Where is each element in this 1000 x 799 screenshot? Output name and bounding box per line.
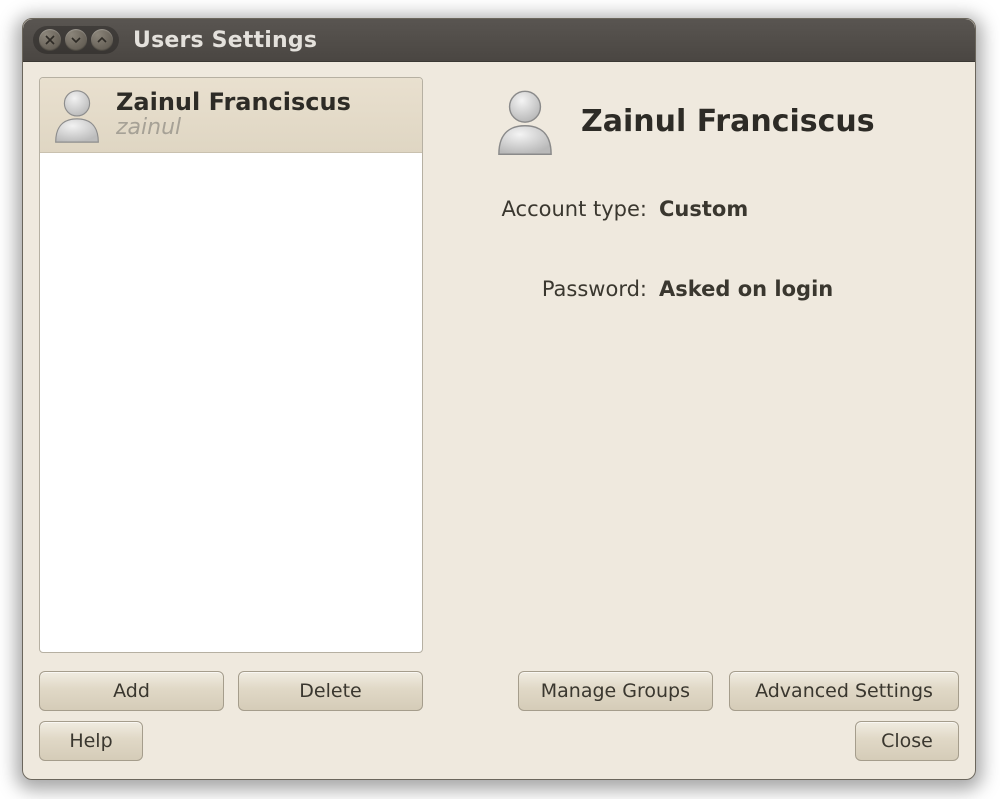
maximize-window-icon[interactable] bbox=[91, 29, 113, 51]
avatar-icon bbox=[46, 84, 108, 146]
user-username: zainul bbox=[116, 116, 351, 140]
user-list-item[interactable]: Zainul Franciscus zainul bbox=[40, 78, 422, 153]
minimize-window-icon[interactable] bbox=[65, 29, 87, 51]
detail-fullname: Zainul Franciscus bbox=[581, 104, 875, 139]
avatar-icon bbox=[487, 83, 563, 159]
user-list: Zainul Franciscus zainul bbox=[39, 77, 423, 653]
users-settings-window: Users Settings bbox=[22, 18, 976, 780]
password-label: Password: bbox=[447, 277, 647, 301]
window-controls bbox=[33, 26, 119, 54]
window-content: Zainul Franciscus zainul bbox=[23, 61, 975, 779]
password-value: Asked on login bbox=[659, 277, 959, 301]
user-list-column: Zainul Franciscus zainul bbox=[39, 77, 423, 653]
window-title: Users Settings bbox=[133, 28, 317, 53]
advanced-settings-button[interactable]: Advanced Settings bbox=[729, 671, 959, 711]
account-type-label: Account type: bbox=[447, 197, 647, 221]
titlebar: Users Settings bbox=[23, 19, 975, 62]
user-fullname: Zainul Franciscus bbox=[116, 90, 351, 116]
delete-button[interactable]: Delete bbox=[238, 671, 423, 711]
manage-groups-button[interactable]: Manage Groups bbox=[518, 671, 713, 711]
add-button[interactable]: Add bbox=[39, 671, 224, 711]
help-button[interactable]: Help bbox=[39, 721, 143, 761]
close-button[interactable]: Close bbox=[855, 721, 959, 761]
user-detail-panel: Zainul Franciscus Account type: Custom P… bbox=[447, 77, 959, 653]
account-type-value: Custom bbox=[659, 197, 959, 221]
close-window-icon[interactable] bbox=[39, 29, 61, 51]
